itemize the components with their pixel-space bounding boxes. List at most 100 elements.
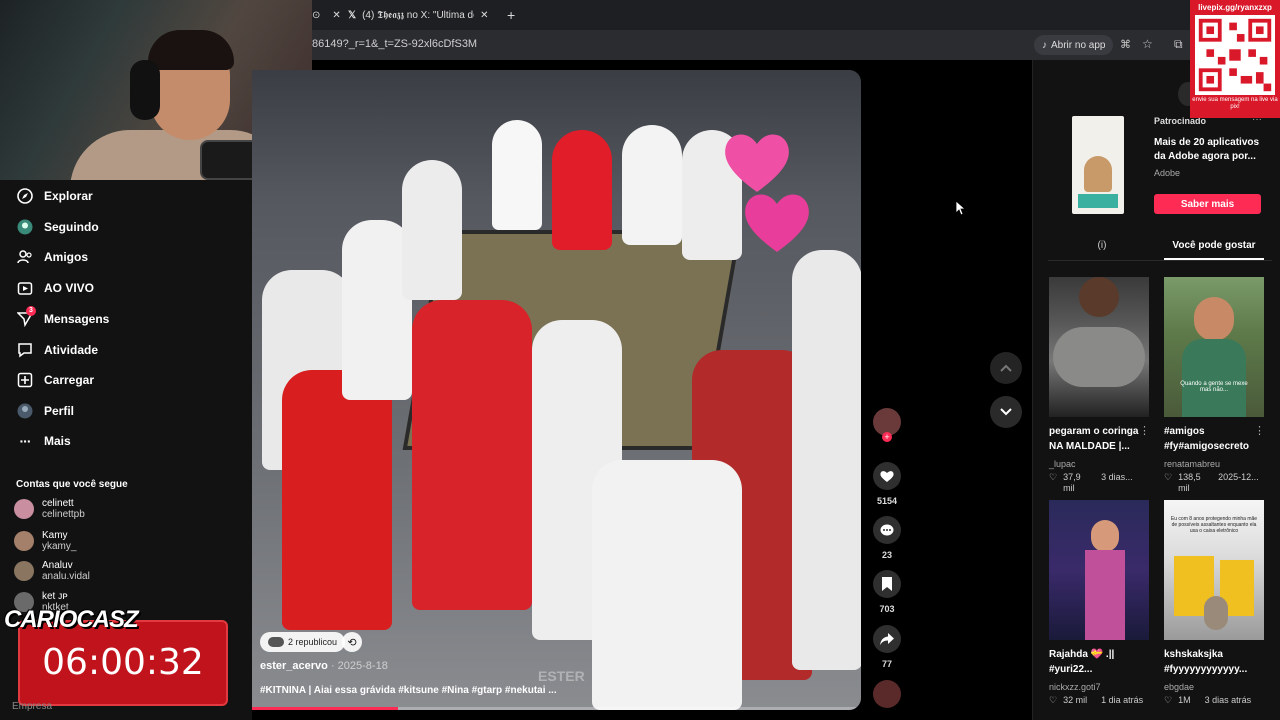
like-count: 5154 — [876, 496, 898, 506]
previous-video-button[interactable] — [990, 352, 1022, 384]
comment-button[interactable]: 23 — [873, 516, 901, 560]
heart-outline-icon: ♡ — [1049, 695, 1058, 705]
footer-link-empresa[interactable]: Empresa — [12, 701, 52, 712]
chevron-up-icon — [1000, 364, 1012, 372]
activity-icon — [16, 341, 34, 359]
video-progress-bar[interactable] — [252, 707, 861, 710]
avatar — [14, 499, 34, 519]
active-tab-indicator — [1164, 258, 1264, 260]
video-card-user[interactable]: _lupac — [1049, 459, 1076, 469]
tab-favicon-icon: ⊙ — [312, 9, 321, 21]
qr-caption: envie sua mensagem na live via pix! — [1192, 97, 1278, 110]
repost-avatars-icon — [268, 637, 284, 647]
heart-balloon-icon — [725, 134, 789, 192]
nav-carregar[interactable]: Carregar — [16, 368, 94, 392]
nav-amigos[interactable]: Amigos — [16, 245, 88, 269]
save-count: 703 — [879, 604, 895, 614]
like-button[interactable]: 5154 — [873, 462, 901, 506]
video-card-thumbnail[interactable]: Eu com 8 anos protegendo minha mãe de po… — [1164, 500, 1264, 640]
address-bar[interactable]: 86149?_r=1&_t=ZS-92xl6cDfS3M ♪ Abrir no … — [312, 30, 1280, 60]
ad-brand[interactable]: Adobe — [1154, 168, 1180, 178]
mouse-cursor-icon — [955, 200, 965, 216]
nav-mensagens[interactable]: 3 Mensagens — [16, 306, 109, 331]
video-card-meta: ♡ 1M 3 dias atrás — [1164, 695, 1252, 705]
video-card-title[interactable]: #amigos #fy#amigosecreto — [1164, 424, 1262, 454]
nav-atividade[interactable]: Atividade — [16, 338, 98, 362]
ad-title[interactable]: Mais de 20 aplicativos da Adobe agora po… — [1154, 136, 1264, 164]
live-icon — [16, 279, 34, 297]
video-card-thumbnail[interactable] — [1049, 500, 1149, 640]
upload-icon — [16, 371, 34, 389]
music-disc-icon — [873, 680, 901, 708]
creator-avatar-button[interactable]: + — [873, 408, 901, 442]
nav-mais[interactable]: ··· Mais — [16, 429, 71, 453]
video-card-meta: ♡ 138,5 mil 2025-12... — [1164, 472, 1259, 493]
qr-label: livepix.gg/ryanxzxp — [1198, 3, 1272, 12]
video-card-thumbnail[interactable]: Quando a gente se mexe mas não... — [1164, 277, 1264, 417]
card-overlay-text: Eu com 8 anos protegendo minha mãe de po… — [1170, 516, 1258, 534]
tab-close-icon[interactable]: ✕ — [480, 10, 488, 21]
compass-icon — [16, 187, 34, 205]
comment-count: 23 — [881, 550, 892, 560]
nav-perfil[interactable]: Perfil — [16, 399, 74, 423]
tiktok-icon: ♪ — [1042, 39, 1047, 51]
video-card-meta: ♡ 37,9 mil 3 dias... — [1049, 472, 1133, 493]
share-count: 77 — [881, 659, 892, 669]
card-overlay-text: Quando a gente se mexe mas não... — [1180, 381, 1248, 393]
bookmark-icon — [873, 570, 901, 598]
ad-cta-button[interactable]: Saber mais — [1154, 194, 1261, 214]
send-icon: 3 — [16, 306, 36, 328]
video-card-thumbnail[interactable] — [1049, 277, 1149, 417]
repost-icon[interactable]: ⟲ — [342, 632, 362, 652]
browser-tab-bar: ⊙ ✕ 𝕏 (4) 𝕿𝖍𝖊𝖆𝖟𝖟 no X: "Última do an ✕ + — [312, 0, 1280, 30]
heart-balloon-icon — [745, 194, 809, 252]
tab-info[interactable]: (i) — [1062, 240, 1142, 251]
video-card-user[interactable]: renatamabreu — [1164, 459, 1220, 469]
browser-tab-x[interactable]: 𝕏 (4) 𝕿𝖍𝖊𝖆𝖟𝖟 no X: "Última do an ✕ — [348, 4, 498, 26]
followed-account[interactable]: celinett celinettpb — [14, 498, 85, 520]
next-video-button[interactable] — [990, 396, 1022, 428]
music-disc-button[interactable] — [873, 680, 901, 708]
video-caption[interactable]: #KITNINA | Aiai essa grávida #kitsune #N… — [260, 685, 557, 696]
video-card-user[interactable]: ebgdae — [1164, 682, 1194, 692]
repost-chip[interactable]: 2 republicou — [260, 632, 346, 652]
video-card-user[interactable]: nickxzz.goti7 — [1049, 682, 1101, 692]
video-card-title[interactable]: Rajahda 💝 .|| #yuri22... — [1049, 647, 1147, 677]
friends-icon — [16, 248, 34, 266]
profile-avatar-icon — [16, 402, 34, 420]
tab-close-icon[interactable]: ✕ — [332, 10, 340, 21]
video-card-title[interactable]: kshskaksjka #fyyyyyyyyyyyy... — [1164, 647, 1262, 677]
new-tab-button[interactable]: + — [507, 4, 515, 26]
nav-ao-vivo[interactable]: AO VIVO — [16, 276, 94, 300]
extensions-icon[interactable]: ⧉ — [1174, 37, 1183, 52]
stream-brand-logo: CARIOCASZ — [4, 606, 139, 633]
video-watermark: ESTER — [538, 668, 585, 684]
more-dots-icon: ··· — [19, 433, 32, 449]
comment-icon — [873, 516, 901, 544]
tab-title: (4) 𝕿𝖍𝖊𝖆𝖟𝖟 no X: "Última do an — [362, 9, 474, 21]
bookmark-star-icon[interactable]: ☆ — [1142, 37, 1153, 51]
ad-thumbnail[interactable] — [1072, 116, 1124, 214]
follow-plus-icon[interactable]: + — [882, 432, 892, 442]
tab-you-may-like[interactable]: Você pode gostar — [1164, 240, 1264, 251]
message-badge: 3 — [26, 306, 36, 316]
video-card-title[interactable]: pegaram o coringa NA MALDADE |... — [1049, 424, 1147, 454]
card-more-icon[interactable]: ⋮ — [1254, 424, 1265, 437]
nav-explorar[interactable]: Explorar — [16, 184, 93, 208]
open-app-button[interactable]: ♪ Abrir no app — [1034, 35, 1114, 55]
share-icon — [873, 625, 901, 653]
save-button[interactable]: 703 — [873, 570, 901, 614]
timer-text: 06:00:32 — [42, 642, 204, 683]
browser-tab-prev[interactable]: ⊙ ✕ — [312, 4, 341, 26]
followed-account[interactable]: Analuv analu.vidal — [14, 560, 90, 582]
nav-seguindo[interactable]: Seguindo — [16, 215, 99, 239]
followed-account[interactable]: Kamy ykamy_ — [14, 530, 76, 552]
following-avatar-icon — [16, 218, 34, 236]
translate-icon[interactable]: ⌘ — [1120, 38, 1131, 51]
following-heading: Contas que você segue — [16, 479, 128, 490]
url-text[interactable]: 86149?_r=1&_t=ZS-92xl6cDfS3M — [312, 38, 477, 50]
video-player[interactable]: ESTER — [252, 70, 861, 710]
share-button[interactable]: 77 — [873, 625, 901, 669]
video-author[interactable]: ester_acervo · 2025-8-18 — [260, 660, 388, 672]
card-more-icon[interactable]: ⋮ — [1139, 424, 1150, 437]
